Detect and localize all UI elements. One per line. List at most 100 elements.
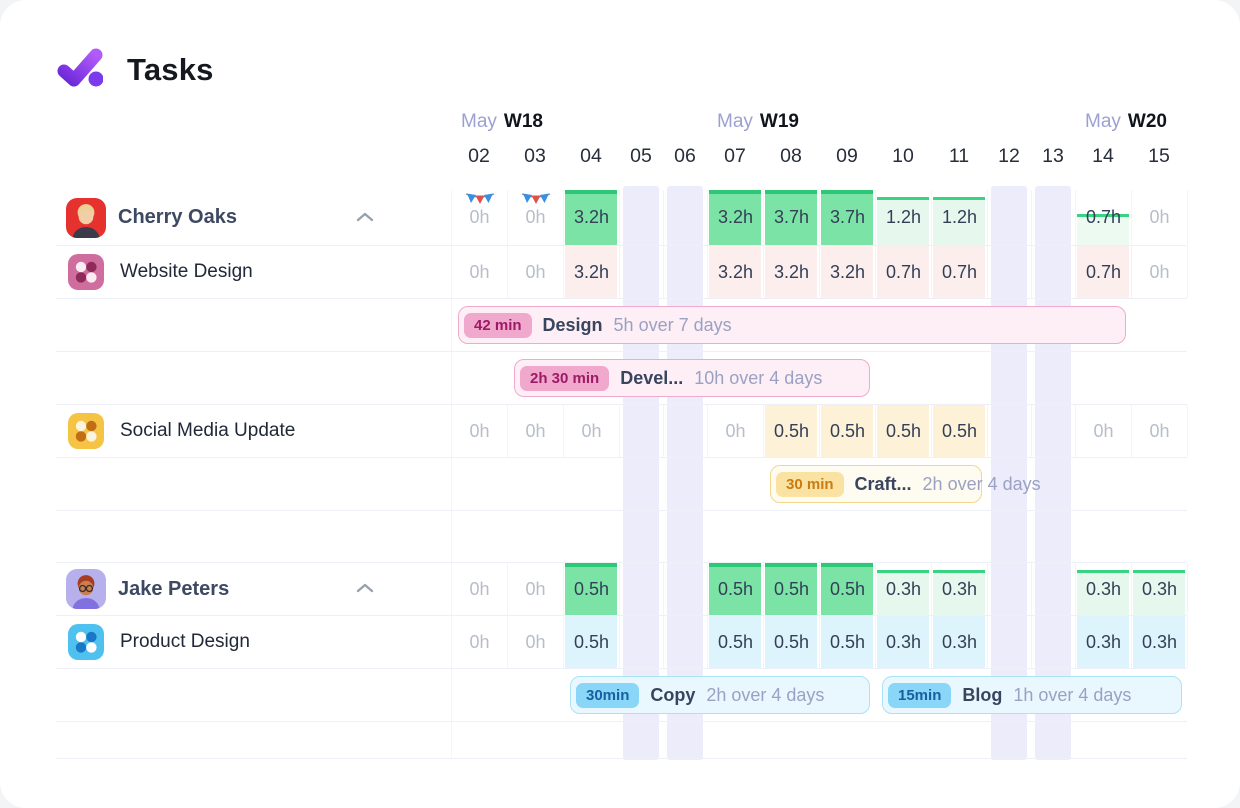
cell-product-design-03[interactable]: 0h bbox=[508, 616, 564, 668]
cell-website-design-11[interactable]: 0.7h bbox=[932, 246, 988, 298]
task-bar-craft[interactable]: 30 minCraft...2h over 4 days bbox=[770, 465, 982, 503]
cell-website-design-10[interactable]: 0.7h bbox=[876, 246, 932, 298]
cell-jake-peters-06 bbox=[664, 563, 708, 615]
cell-jake-peters-15[interactable]: 0.3h bbox=[1132, 563, 1188, 615]
project-name[interactable]: Website Design bbox=[120, 261, 253, 283]
cell-website-design-04[interactable]: 3.2h bbox=[564, 246, 620, 298]
project-name[interactable]: Product Design bbox=[120, 631, 250, 653]
cell-jake-peters-10[interactable]: 0.3h bbox=[876, 563, 932, 615]
task-bar-copy[interactable]: 30minCopy2h over 4 days bbox=[570, 676, 870, 714]
cell-jake-peters-07[interactable]: 0.5h bbox=[708, 563, 764, 615]
cell-website-design-02[interactable]: 0h bbox=[452, 246, 508, 298]
cell-cherry-oaks-14[interactable]: 0.7h bbox=[1076, 190, 1132, 245]
cell-product-design-09[interactable]: 0.5h bbox=[820, 616, 876, 668]
cell-website-design-09[interactable]: 3.2h bbox=[820, 246, 876, 298]
cell-jake-peters-02[interactable]: 0h bbox=[452, 563, 508, 615]
hours-value: 0.7h bbox=[1086, 207, 1121, 228]
cell-social-media-update-14[interactable]: 0h bbox=[1076, 405, 1132, 457]
cell-website-design-15[interactable]: 0h bbox=[1132, 246, 1188, 298]
cell-cherry-oaks-09[interactable]: 3.7h bbox=[820, 190, 876, 245]
cell-social-media-update-15[interactable]: 0h bbox=[1132, 405, 1188, 457]
cell-cherry-oaks-08[interactable]: 3.7h bbox=[764, 190, 820, 245]
craft-bar-row-cells: 30 minCraft...2h over 4 days bbox=[451, 458, 1188, 510]
cell-product-design-07[interactable]: 0.5h bbox=[708, 616, 764, 668]
month-label: May bbox=[717, 111, 753, 132]
design-bar-row-cells: 42 minDesign5h over 7 days bbox=[451, 299, 1188, 351]
cell-social-media-update-03[interactable]: 0h bbox=[508, 405, 564, 457]
cell-website-design-03[interactable]: 0h bbox=[508, 246, 564, 298]
day-label-11: 11 bbox=[931, 145, 987, 168]
cell-jake-peters-11[interactable]: 0.3h bbox=[932, 563, 988, 615]
cell-cherry-oaks-07[interactable]: 3.2h bbox=[708, 190, 764, 245]
product-design-label-cell: Product Design bbox=[56, 616, 451, 668]
cell-website-design-14[interactable]: 0.7h bbox=[1076, 246, 1132, 298]
hours-value: 0h bbox=[525, 632, 545, 653]
social-media-update-cells: 0h0h0h0h0.5h0.5h0.5h0.5h0h0h bbox=[451, 405, 1188, 457]
task-duration-meta: 2h over 4 days bbox=[706, 685, 824, 706]
cell-product-design-08[interactable]: 0.5h bbox=[764, 616, 820, 668]
task-duration-meta: 2h over 4 days bbox=[923, 474, 1041, 495]
craft-bar-row-label-cell bbox=[56, 458, 451, 510]
hours-value: 0h bbox=[469, 632, 489, 653]
cell-cherry-oaks-12 bbox=[988, 190, 1032, 245]
cell-product-design-11[interactable]: 0.3h bbox=[932, 616, 988, 668]
cell-social-media-update-11[interactable]: 0.5h bbox=[932, 405, 988, 457]
day-label-12: 12 bbox=[987, 145, 1031, 168]
cell-cherry-oaks-04[interactable]: 3.2h bbox=[564, 190, 620, 245]
task-bar-development[interactable]: 2h 30 minDevel...10h over 4 days bbox=[514, 359, 870, 397]
week-label-w18: MayW18 bbox=[461, 111, 543, 133]
jake-peters-row: Jake Peters0h0h0.5h0.5h0.5h0.5h0.3h0.3h0… bbox=[56, 563, 1187, 616]
cell-social-media-update-06 bbox=[664, 405, 708, 457]
cell-social-media-update-08[interactable]: 0.5h bbox=[764, 405, 820, 457]
cell-social-media-update-02[interactable]: 0h bbox=[452, 405, 508, 457]
cell-social-media-update-05 bbox=[620, 405, 664, 457]
project-name[interactable]: Social Media Update bbox=[120, 420, 295, 442]
cell-product-design-10[interactable]: 0.3h bbox=[876, 616, 932, 668]
cell-cherry-oaks-10[interactable]: 1.2h bbox=[876, 190, 932, 245]
cell-product-design-14[interactable]: 0.3h bbox=[1076, 616, 1132, 668]
cell-social-media-update-07[interactable]: 0h bbox=[708, 405, 764, 457]
spacer-row-1-label-cell bbox=[56, 511, 451, 562]
hours-value: 0.3h bbox=[1142, 579, 1177, 600]
chevron-up-icon[interactable] bbox=[356, 209, 374, 227]
cell-jake-peters-04[interactable]: 0.5h bbox=[564, 563, 620, 615]
day-label-02: 02 bbox=[451, 145, 507, 168]
task-duration-meta: 1h over 4 days bbox=[1013, 685, 1131, 706]
cell-product-design-02[interactable]: 0h bbox=[452, 616, 508, 668]
hours-value: 0h bbox=[1149, 262, 1169, 283]
cell-jake-peters-08[interactable]: 0.5h bbox=[764, 563, 820, 615]
cell-cherry-oaks-11[interactable]: 1.2h bbox=[932, 190, 988, 245]
cell-jake-peters-09[interactable]: 0.5h bbox=[820, 563, 876, 615]
cell-social-media-update-10[interactable]: 0.5h bbox=[876, 405, 932, 457]
task-title: Craft... bbox=[855, 474, 912, 495]
hours-value: 0.5h bbox=[774, 579, 809, 600]
person-name[interactable]: Cherry Oaks bbox=[118, 206, 237, 229]
cell-website-design-08[interactable]: 3.2h bbox=[764, 246, 820, 298]
hours-value: 0.5h bbox=[574, 579, 609, 600]
person-name[interactable]: Jake Peters bbox=[118, 578, 229, 601]
chevron-up-icon[interactable] bbox=[356, 580, 374, 598]
month-label: May bbox=[461, 111, 497, 132]
cell-cherry-oaks-15[interactable]: 0h bbox=[1132, 190, 1188, 245]
hours-value: 0.3h bbox=[942, 632, 977, 653]
cell-social-media-update-09[interactable]: 0.5h bbox=[820, 405, 876, 457]
cherry-oaks-label-cell: Cherry Oaks bbox=[56, 190, 451, 245]
hours-value: 0h bbox=[525, 262, 545, 283]
cell-cherry-oaks-02[interactable]: 0h bbox=[452, 190, 508, 245]
hours-value: 0.5h bbox=[830, 632, 865, 653]
cell-website-design-07[interactable]: 3.2h bbox=[708, 246, 764, 298]
month-label: May bbox=[1085, 111, 1121, 132]
cell-product-design-04[interactable]: 0.5h bbox=[564, 616, 620, 668]
task-title: Blog bbox=[962, 685, 1002, 706]
task-bar-design[interactable]: 42 minDesign5h over 7 days bbox=[458, 306, 1126, 344]
cell-social-media-update-04[interactable]: 0h bbox=[564, 405, 620, 457]
cell-jake-peters-14[interactable]: 0.3h bbox=[1076, 563, 1132, 615]
project-icon bbox=[68, 413, 104, 449]
cell-jake-peters-03[interactable]: 0h bbox=[508, 563, 564, 615]
cell-cherry-oaks-05 bbox=[620, 190, 664, 245]
task-bar-blog[interactable]: 15minBlog1h over 4 days bbox=[882, 676, 1182, 714]
cell-cherry-oaks-03[interactable]: 0h bbox=[508, 190, 564, 245]
hours-value: 0h bbox=[525, 421, 545, 442]
avatar bbox=[66, 569, 106, 609]
cell-product-design-15[interactable]: 0.3h bbox=[1132, 616, 1188, 668]
